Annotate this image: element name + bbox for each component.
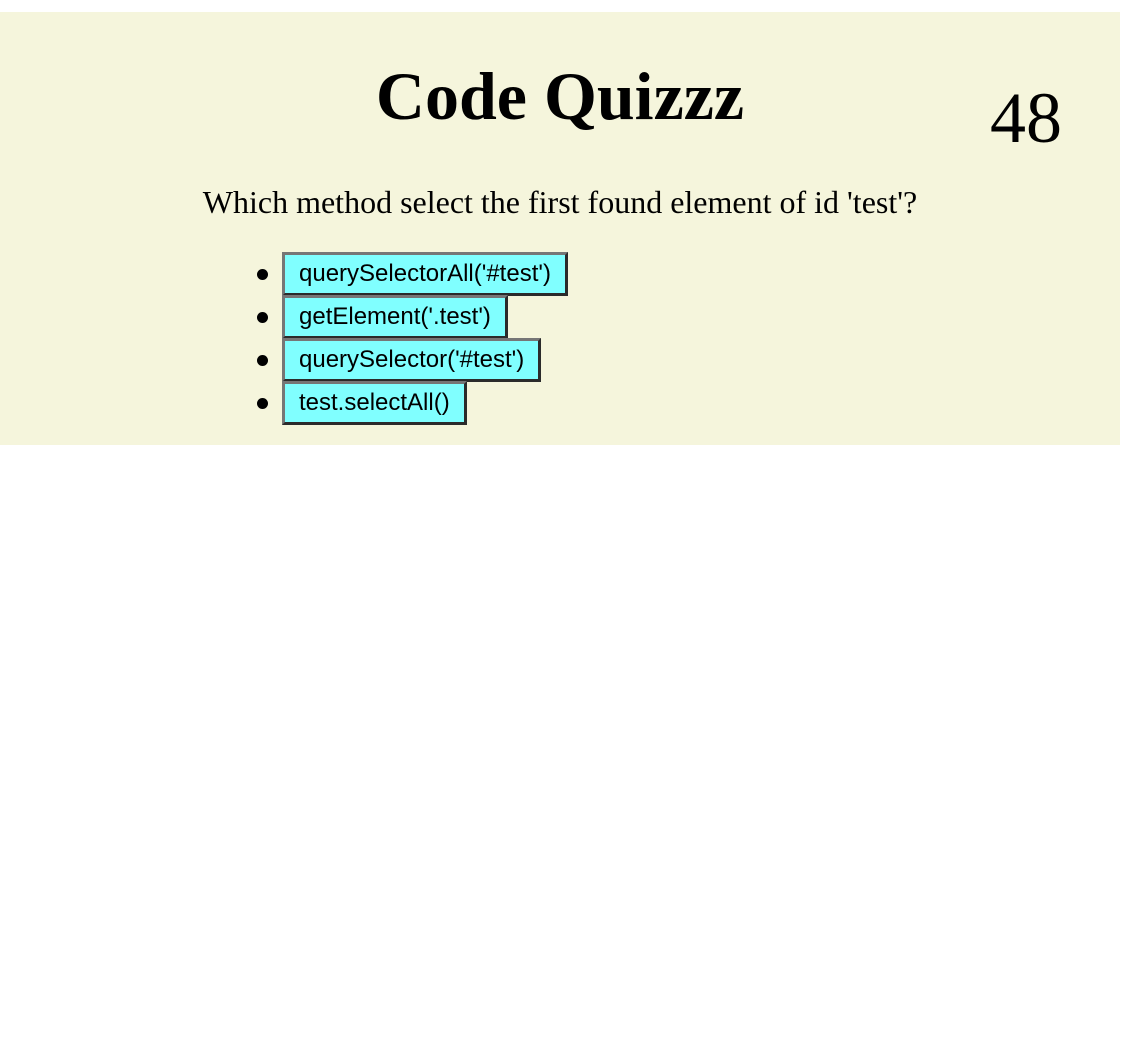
answer-button-4[interactable]: test.selectAll() (282, 381, 467, 425)
page-title: Code Quizzz (375, 58, 745, 134)
question-text: Which method select the first found elem… (202, 184, 918, 220)
answer-button-1[interactable]: querySelectorAll('#test') (282, 252, 568, 296)
answer-button-2[interactable]: getElement('.test') (282, 295, 508, 339)
bullet-icon (257, 269, 268, 280)
bullet-icon (257, 398, 268, 409)
countdown-timer: 48 (990, 78, 1062, 158)
bullet-icon (257, 312, 268, 323)
answer-button-3[interactable]: querySelector('#test') (282, 338, 542, 382)
quiz-panel: Code Quizzz 48 Which method select the f… (0, 12, 1120, 445)
bullet-icon (257, 355, 268, 366)
